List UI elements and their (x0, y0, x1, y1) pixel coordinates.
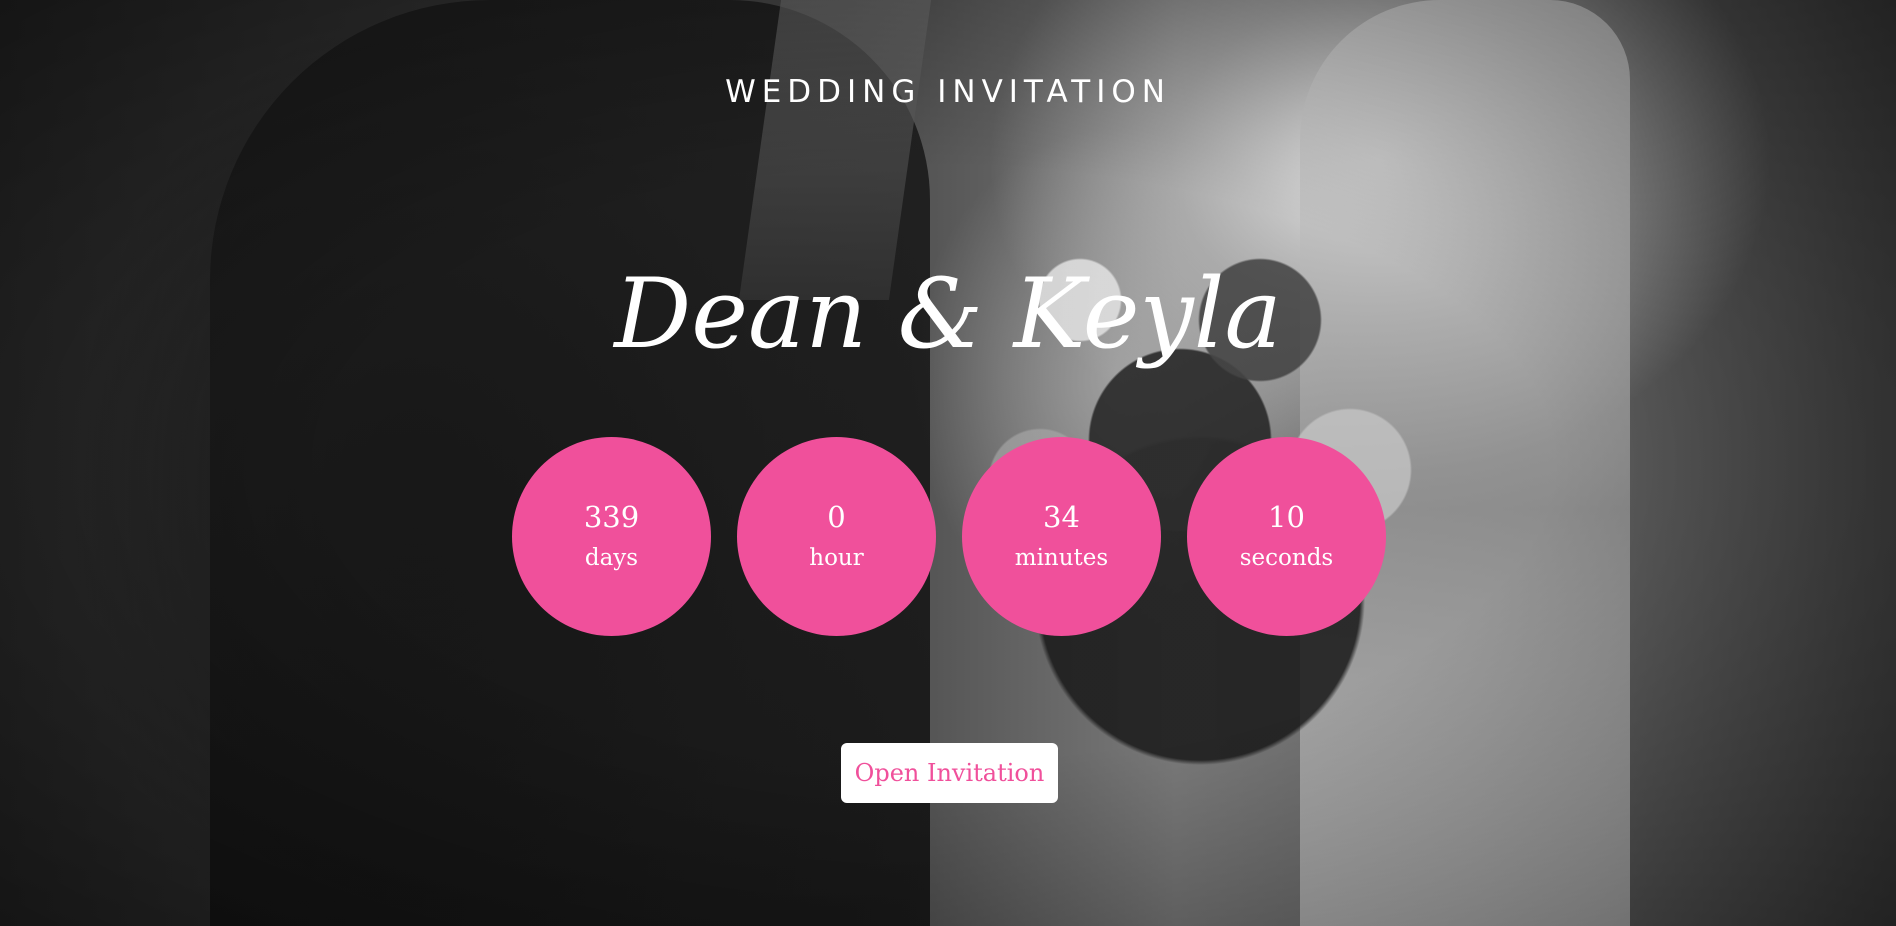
countdown-seconds-value: 10 (1268, 500, 1305, 534)
countdown-days: 339 days (512, 437, 711, 636)
invitation-subtitle: WEDDING INVITATION (725, 74, 1171, 110)
countdown-minutes-value: 34 (1043, 500, 1080, 534)
couple-names: Dean & Keyla (614, 258, 1282, 370)
countdown-hours-value: 0 (827, 500, 846, 534)
countdown-minutes-label: minutes (1014, 545, 1109, 571)
countdown-days-label: days (584, 545, 639, 571)
countdown-hours: 0 hour (737, 437, 936, 636)
countdown-minutes: 34 minutes (962, 437, 1161, 636)
countdown-seconds: 10 seconds (1187, 437, 1386, 636)
countdown: 339 days 0 hour 34 minutes 10 seconds (512, 437, 1386, 636)
countdown-hours-label: hour (809, 545, 864, 571)
countdown-days-value: 339 (583, 500, 640, 534)
open-invitation-button[interactable]: Open Invitation (841, 743, 1058, 803)
countdown-seconds-label: seconds (1239, 545, 1334, 571)
